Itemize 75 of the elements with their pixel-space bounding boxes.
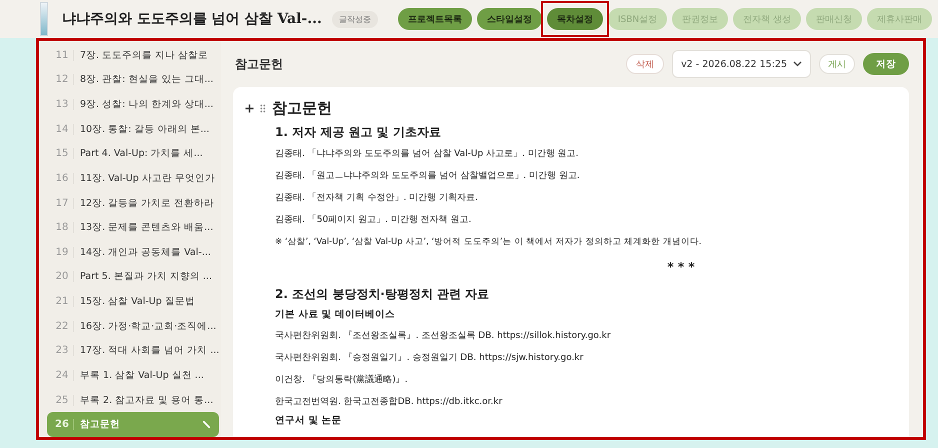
reference-entry: 김종태. 「냐냐주의와 도도주의를 넘어 삼찰 Val-Up 사고로」. 미간행 원고. bbox=[275, 148, 580, 161]
item-number: 22 bbox=[51, 320, 74, 332]
reference-entry: 국사편찬위원회. 『승정원일기』. 승정원일기 DB. https://sjw.history.go.kr bbox=[275, 352, 584, 365]
item-title: Part 5. 본질과 가치 지향의 ... bbox=[80, 270, 213, 284]
document-heading: 참고문헌 bbox=[272, 98, 332, 118]
reference-entry: 김종태. 「50페이지 원고」. 미간행 전자책 원고. bbox=[275, 214, 472, 227]
item-number: 16 bbox=[51, 172, 74, 184]
item-number: 18 bbox=[51, 222, 74, 234]
section-separator: * * * bbox=[666, 259, 696, 276]
item-title: 10장. 통찰: 갈등 아래의 본... bbox=[80, 122, 210, 136]
item-number: 25 bbox=[51, 394, 74, 406]
reference-entry: 국사편찬위원회. 『조선왕조실록』. 조선왕조실록 DB. https://sillok.history.go.kr bbox=[275, 330, 612, 343]
toc-item[interactable]: 18 13장. 문제를 콘텐츠와 배움... bbox=[47, 215, 220, 240]
item-title: 11장. Val-Up 사고란 무엇인가 bbox=[80, 172, 216, 185]
item-number: 20 bbox=[51, 271, 74, 282]
toc-item[interactable]: 12 8장. 관찰: 현실을 있는 그대... bbox=[47, 68, 220, 92]
toc-item[interactable]: 14 10장. 통찰: 갈등 아래의 본... bbox=[47, 116, 220, 142]
toc-item[interactable]: 15 Part 4. Val-Up: 가치를 세... bbox=[47, 142, 220, 166]
toc-item[interactable]: 22 16장. 가정·학교·교회·조직에... bbox=[47, 314, 220, 338]
item-title: 16장. 가정·학교·교회·조직에... bbox=[80, 320, 218, 333]
toc-item[interactable]: 13 9장. 성찰: 나의 한계와 상대... bbox=[47, 92, 220, 117]
toc-item[interactable]: 19 14장. 개인과 공동체를 Val-... bbox=[47, 240, 220, 265]
item-number: 23 bbox=[51, 345, 74, 356]
item-title: 17장. 적대 사회를 넘어 가치 ... bbox=[80, 344, 220, 358]
item-title: 9장. 성찰: 나의 한계와 상대... bbox=[80, 98, 214, 112]
item-number: 17 bbox=[51, 198, 74, 209]
item-number: 15 bbox=[51, 148, 74, 160]
toc-item[interactable]: 24 부록 1. 삼찰 Val-Up 실천 ... bbox=[47, 363, 220, 388]
subsection-heading: 기본 사료 및 데이터베이스 bbox=[275, 308, 396, 322]
item-number: 19 bbox=[51, 246, 74, 258]
item-number: 11 bbox=[51, 50, 74, 61]
item-number: 14 bbox=[51, 124, 74, 135]
book-title: 냐냐주의와 도도주의를 넘어 삼찰 Val-... bbox=[62, 10, 322, 28]
nav-tab[interactable]: 스타일설정 bbox=[476, 8, 542, 30]
note-text: ※ ‘삼찰’, ‘Val-Up’, ‘삼찰 Val-Up 사고’, ‘방어적 도도주의’는 이 책에서 저자가 정의하고 체계화한 개념이다. bbox=[275, 236, 702, 249]
toc-item[interactable]: 23 17장. 적대 사회를 넘어 가치 ... bbox=[47, 338, 220, 364]
item-title: 7장. 도도주의를 지나 삼찰로 bbox=[80, 48, 210, 62]
item-title: 12장. 갈등을 가치로 전환하라 bbox=[80, 196, 216, 210]
item-number: 13 bbox=[51, 99, 74, 110]
item-number: 26 bbox=[51, 419, 74, 430]
toc-item[interactable]: 20 Part 5. 본질과 가치 지향의 ... bbox=[47, 264, 220, 290]
book-cover-thumbnail bbox=[40, 2, 48, 36]
section-heading: 2. 조선의 붕당정치·탕평정치 관련 자료 bbox=[275, 286, 490, 303]
item-number: 12 bbox=[51, 74, 74, 86]
drag-handle-icon[interactable] bbox=[260, 104, 266, 112]
toc-item[interactable]: 11 7장. 도도주의를 지나 삼찰로 bbox=[47, 43, 220, 68]
reference-entry: 한국고전번역원. 한국고전종합DB. https://db.itkc.or.kr bbox=[275, 396, 504, 409]
toc-item[interactable]: 16 11장. Val-Up 사고란 무엇인가 bbox=[47, 166, 220, 191]
toc-item[interactable]: 25 부록 2. 참고자료 및 용어 통... bbox=[47, 388, 220, 412]
item-title: 15장. 삼찰 Val-Up 질문법 bbox=[80, 295, 196, 308]
item-title: 부록 2. 참고자료 및 용어 통... bbox=[80, 394, 214, 407]
item-number: 24 bbox=[51, 370, 74, 381]
delete-button[interactable]: 삭제 bbox=[626, 54, 664, 74]
item-title: 8장. 관찰: 현실을 있는 그대... bbox=[80, 73, 214, 86]
reference-entry: 김종태. 「원고ㅡ냐냐주의와 도도주의를 넘어 삼찰밸업으로」. 미간행 원고. bbox=[275, 170, 581, 183]
add-icon[interactable] bbox=[245, 104, 254, 112]
item-title: 14장. 개인과 공동체를 Val-... bbox=[80, 246, 212, 259]
subsection-heading: 연구서 및 논문 bbox=[275, 414, 343, 428]
nav-tab[interactable]: 목차설정 bbox=[546, 8, 603, 30]
section-title: 참고문헌 bbox=[234, 56, 284, 72]
reference-entry: 이건창. 『당의통략(黨議通略)』. bbox=[275, 374, 409, 387]
toc-item[interactable]: 21 15장. 삼찰 Val-Up 질문법 bbox=[47, 289, 220, 314]
section-heading: 1. 저자 제공 원고 및 기초자료 bbox=[275, 124, 442, 141]
chevron-down-icon bbox=[793, 61, 802, 67]
nav-tab[interactable]: 프로젝트목록 bbox=[398, 8, 472, 30]
version-dropdown[interactable]: v2 - 2026.08.22 15:25 bbox=[672, 50, 811, 78]
item-number: 21 bbox=[51, 296, 74, 308]
toc-item[interactable]: 17 12장. 갈등을 가치로 전환하라 bbox=[47, 190, 220, 216]
status-badge: 글작성중 bbox=[332, 10, 378, 28]
item-title: 참고문헌 bbox=[80, 418, 121, 432]
item-title: 13장. 문제를 콘텐츠와 배움... bbox=[80, 221, 214, 234]
item-title: Part 4. Val-Up: 가치를 세... bbox=[80, 147, 204, 160]
pencil-icon[interactable] bbox=[202, 420, 212, 430]
item-title: 부록 1. 삼찰 Val-Up 실천 ... bbox=[80, 368, 205, 382]
reference-entry: 김종태. 「전자책 기획 수정안」. 미간행 기획자료. bbox=[275, 192, 479, 205]
